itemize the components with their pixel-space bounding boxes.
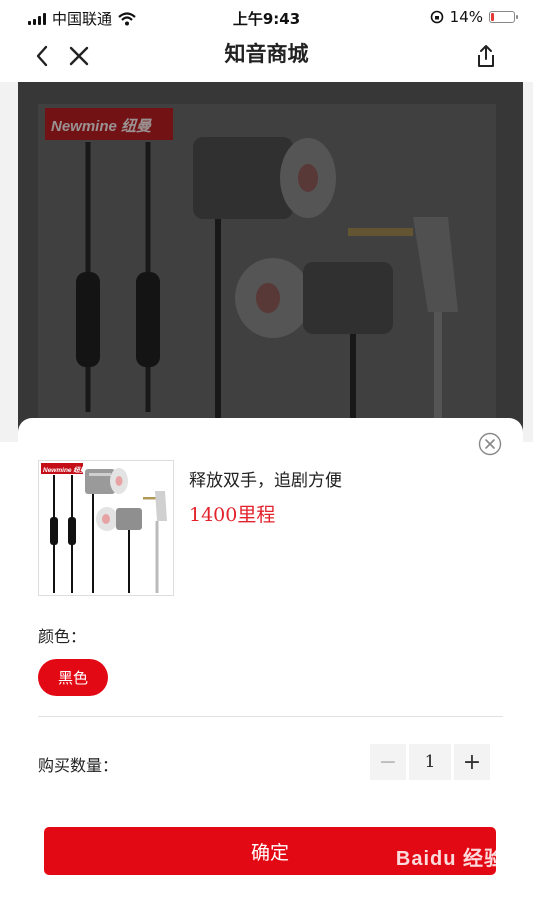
- quantity-increase-button[interactable]: +: [454, 744, 490, 780]
- share-icon: [478, 45, 494, 67]
- battery-percent: 14%: [449, 8, 483, 26]
- sheet-close-button[interactable]: [478, 432, 502, 456]
- sku-selector-sheet: Newmine 纽曼 释放双手，追剧方便 1400里程 颜色： 黑色 购买数量：…: [18, 418, 523, 899]
- close-circle-icon: [478, 432, 502, 456]
- quantity-label: 购买数量：: [38, 756, 119, 775]
- color-label: 颜色：: [38, 627, 87, 646]
- page-title: 知音商城: [224, 42, 309, 66]
- share-button[interactable]: [472, 42, 500, 70]
- svg-text:Newmine 纽曼: Newmine 纽曼: [43, 466, 87, 474]
- product-thumbnail: Newmine 纽曼: [38, 460, 174, 596]
- dim-overlay[interactable]: [0, 82, 533, 442]
- divider: [38, 716, 503, 717]
- status-bar: 中国联通 上午9:43 14%: [0, 0, 533, 34]
- status-right: 14%: [430, 8, 518, 26]
- orientation-lock-icon: [430, 10, 443, 24]
- quantity-value[interactable]: 1: [409, 744, 451, 780]
- watermark: Baidu 经验: [395, 848, 505, 870]
- product-name: 释放双手，追剧方便: [189, 471, 342, 491]
- quantity-stepper: − 1 +: [370, 744, 490, 780]
- nav-bar: 知音商城: [0, 34, 533, 82]
- color-option-black[interactable]: 黑色: [38, 659, 108, 696]
- battery-fill: [491, 13, 494, 21]
- quantity-decrease-button[interactable]: −: [370, 744, 406, 780]
- product-price: 1400里程: [189, 504, 276, 526]
- battery-icon: [489, 11, 518, 23]
